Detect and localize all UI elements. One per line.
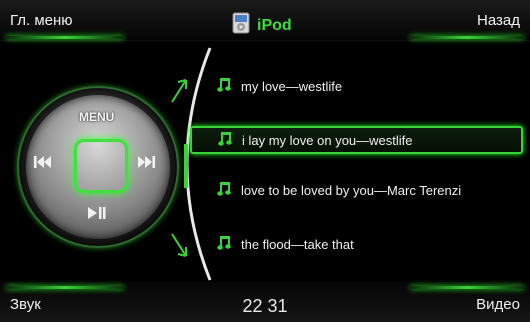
- wheel-menu-button[interactable]: MENU: [79, 110, 114, 124]
- title-area: iPod: [231, 12, 292, 39]
- playlist-item[interactable]: the flood—take that: [217, 230, 354, 258]
- scroll-down-icon[interactable]: [168, 232, 192, 265]
- play-pause-icon[interactable]: [87, 206, 107, 223]
- back-button[interactable]: Назад: [477, 12, 520, 29]
- clock: 22 31: [242, 296, 288, 316]
- playlist-item-label: the flood—take that: [241, 236, 354, 252]
- main-menu-underline: [6, 36, 124, 39]
- playlist-item-label: love to be loved by you—Marc Terenzi: [241, 182, 462, 198]
- video-overline: [410, 286, 524, 289]
- playlist-item[interactable]: love to be loved by you—Marc Terenzi: [217, 176, 461, 204]
- next-track-icon[interactable]: [137, 155, 155, 172]
- music-note-icon: [218, 131, 232, 150]
- sound-overline: [6, 286, 124, 289]
- music-note-icon: [217, 181, 231, 200]
- ipod-icon: [231, 12, 251, 39]
- playlist-item-label: my love—westlife: [241, 78, 343, 94]
- music-note-icon: [217, 77, 231, 96]
- main-menu-button[interactable]: Гл. меню: [10, 12, 73, 29]
- music-note-icon: [217, 235, 231, 254]
- prev-track-icon[interactable]: [34, 155, 52, 172]
- playlist-item[interactable]: my love—westlife: [217, 72, 342, 100]
- back-underline: [410, 36, 524, 39]
- playlist-item-label: i lay my love on you—westlife: [242, 132, 413, 148]
- wheel-center-button[interactable]: [74, 139, 128, 193]
- scroll-up-icon[interactable]: [168, 76, 192, 109]
- page-title: iPod: [257, 16, 292, 34]
- ipod-screen: Гл. меню Назад Звук Видео iPod 22 31 MEN…: [0, 0, 530, 322]
- playlist-item-selected[interactable]: i lay my love on you—westlife: [190, 126, 523, 154]
